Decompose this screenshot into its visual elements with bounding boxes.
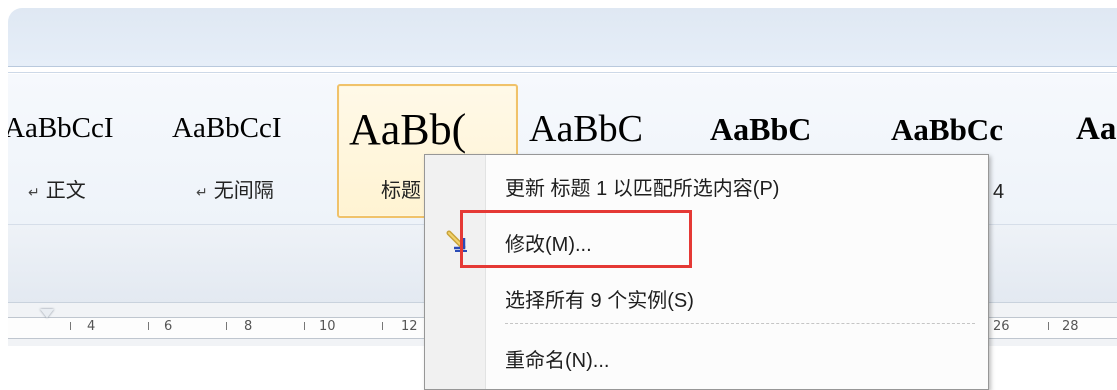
ruler-label: 8 — [244, 319, 253, 334]
style-sample-text: AaBb( — [349, 105, 467, 154]
style-sample-text: AaBbCcI — [172, 112, 282, 144]
ruler-tick — [148, 322, 149, 330]
paragraph-mark-icon: ↵ — [196, 184, 208, 200]
ruler-tick — [382, 322, 383, 330]
ruler-label: 12 — [401, 319, 418, 334]
style-sample-text: AaBbCcI — [8, 112, 114, 144]
style-normal[interactable]: AaBbCcI ↵ 正文 — [8, 74, 168, 214]
style-no-spacing[interactable]: AaBbCcI ↵ 无间隔 — [168, 74, 338, 214]
ruler-tick — [226, 322, 227, 330]
ruler-label: 26 — [993, 319, 1010, 334]
style-sample-text: Aa — [1076, 111, 1117, 147]
menu-item-rename[interactable]: 重命名(N)... — [425, 335, 988, 379]
ruler-tick — [304, 322, 305, 330]
ribbon-divider — [8, 66, 1117, 67]
style-label: ↵ 无间隔 — [196, 174, 274, 203]
style-label-text: 标题 — [381, 180, 421, 202]
style-sample-text: AaBbC — [529, 108, 643, 150]
menu-item-label: 更新 标题 1 以匹配所选内容(P) — [505, 178, 780, 200]
style-sample-text: AaBbC — [710, 111, 812, 147]
ribbon-divider-2 — [8, 72, 1117, 73]
menu-item-label: 重命名(N)... — [505, 350, 610, 372]
menu-separator — [505, 323, 975, 324]
style-label-text: 4 — [993, 181, 1005, 203]
annotation-highlight-box — [460, 210, 692, 268]
ruler-label: 28 — [1062, 319, 1079, 334]
style-more[interactable]: Aa — [1076, 74, 1117, 214]
style-label-text: 无间隔 — [213, 180, 274, 202]
style-label-text: 正文 — [45, 180, 86, 202]
ruler-tick — [70, 322, 71, 330]
paragraph-mark-icon: ↵ — [28, 184, 40, 200]
style-label: ↵ 正文 — [28, 174, 86, 203]
ribbon-header — [8, 8, 1117, 66]
style-sample-text: AaBbCc — [891, 112, 1003, 147]
ruler-label: 6 — [164, 319, 173, 334]
ruler-tick — [1048, 322, 1049, 330]
style-context-menu: 更新 标题 1 以匹配所选内容(P) 修改(M)... 选择所有 9 个实例(S… — [424, 154, 989, 390]
menu-item-label: 选择所有 9 个实例(S) — [505, 290, 694, 312]
menu-item-update-to-match[interactable]: 更新 标题 1 以匹配所选内容(P) — [425, 163, 988, 207]
menu-item-select-all-instances[interactable]: 选择所有 9 个实例(S) — [425, 275, 988, 319]
ruler-label: 4 — [87, 319, 96, 334]
ruler-label: 10 — [319, 319, 336, 334]
indent-marker-icon[interactable] — [40, 309, 54, 318]
